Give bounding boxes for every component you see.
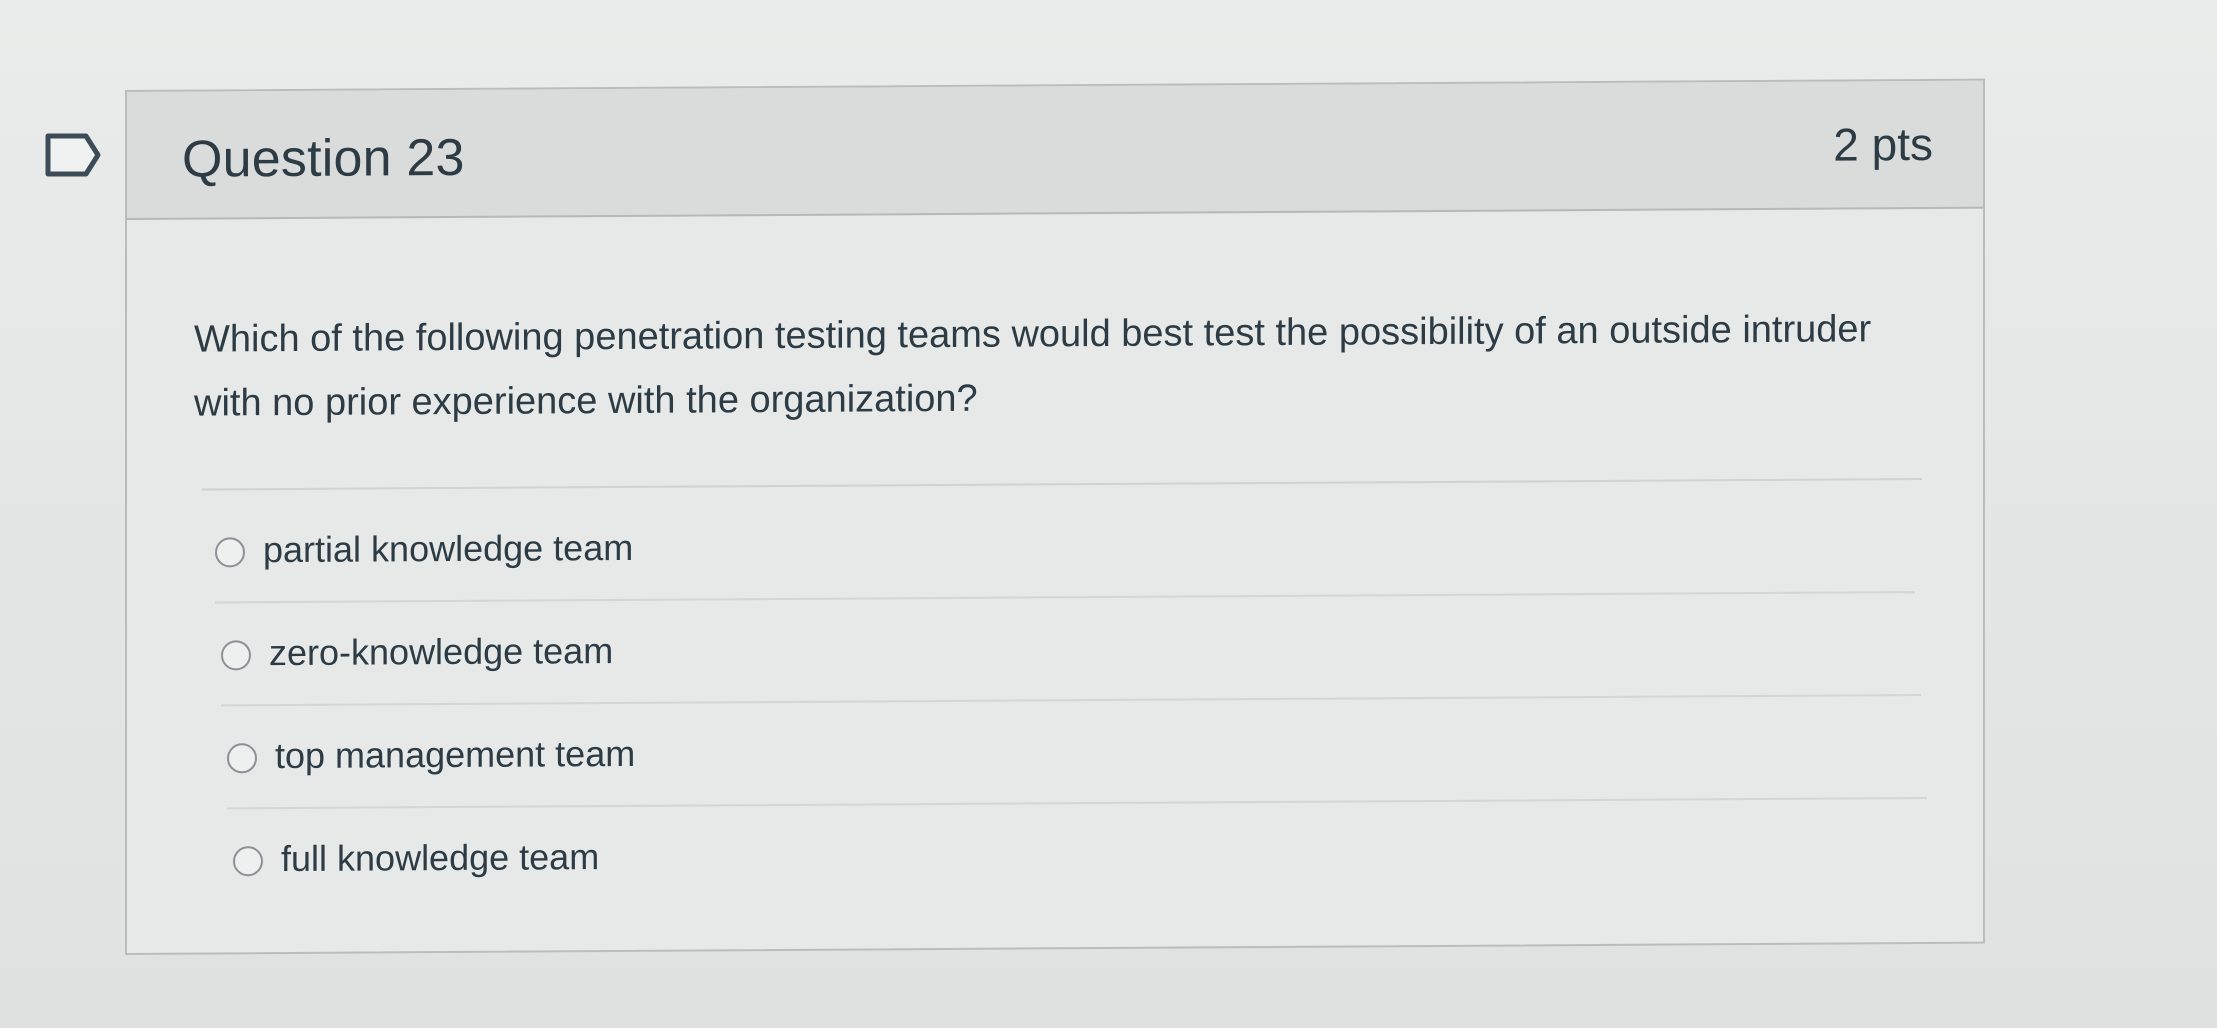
answer-option[interactable]: top management team: [227, 698, 1927, 810]
radio-unchecked-icon[interactable]: [233, 846, 263, 877]
radio-unchecked-icon[interactable]: [215, 537, 245, 568]
answer-option[interactable]: full knowledge team: [233, 802, 1933, 912]
answer-option[interactable]: zero-knowledge team: [221, 596, 1921, 707]
answer-divider: [202, 478, 1922, 491]
answer-label[interactable]: full knowledge team: [281, 836, 599, 880]
radio-unchecked-icon[interactable]: [227, 743, 257, 774]
flag-question-icon[interactable]: [44, 132, 102, 178]
question-card: Question 23 2 pts Which of the following…: [125, 78, 1985, 956]
radio-unchecked-icon[interactable]: [221, 640, 251, 671]
answer-label[interactable]: top management team: [275, 733, 635, 777]
question-points: 2 pts: [1833, 117, 1933, 171]
answer-option[interactable]: partial knowledge team: [215, 493, 1915, 604]
answer-label[interactable]: zero-knowledge team: [269, 630, 613, 674]
answer-label[interactable]: partial knowledge team: [263, 527, 633, 571]
question-title: Question 23: [182, 128, 465, 189]
question-text: Which of the following penetration testi…: [194, 308, 1872, 425]
quiz-page: Question 23 2 pts Which of the following…: [0, 0, 2217, 1028]
question-header: Question 23 2 pts: [127, 80, 1983, 220]
